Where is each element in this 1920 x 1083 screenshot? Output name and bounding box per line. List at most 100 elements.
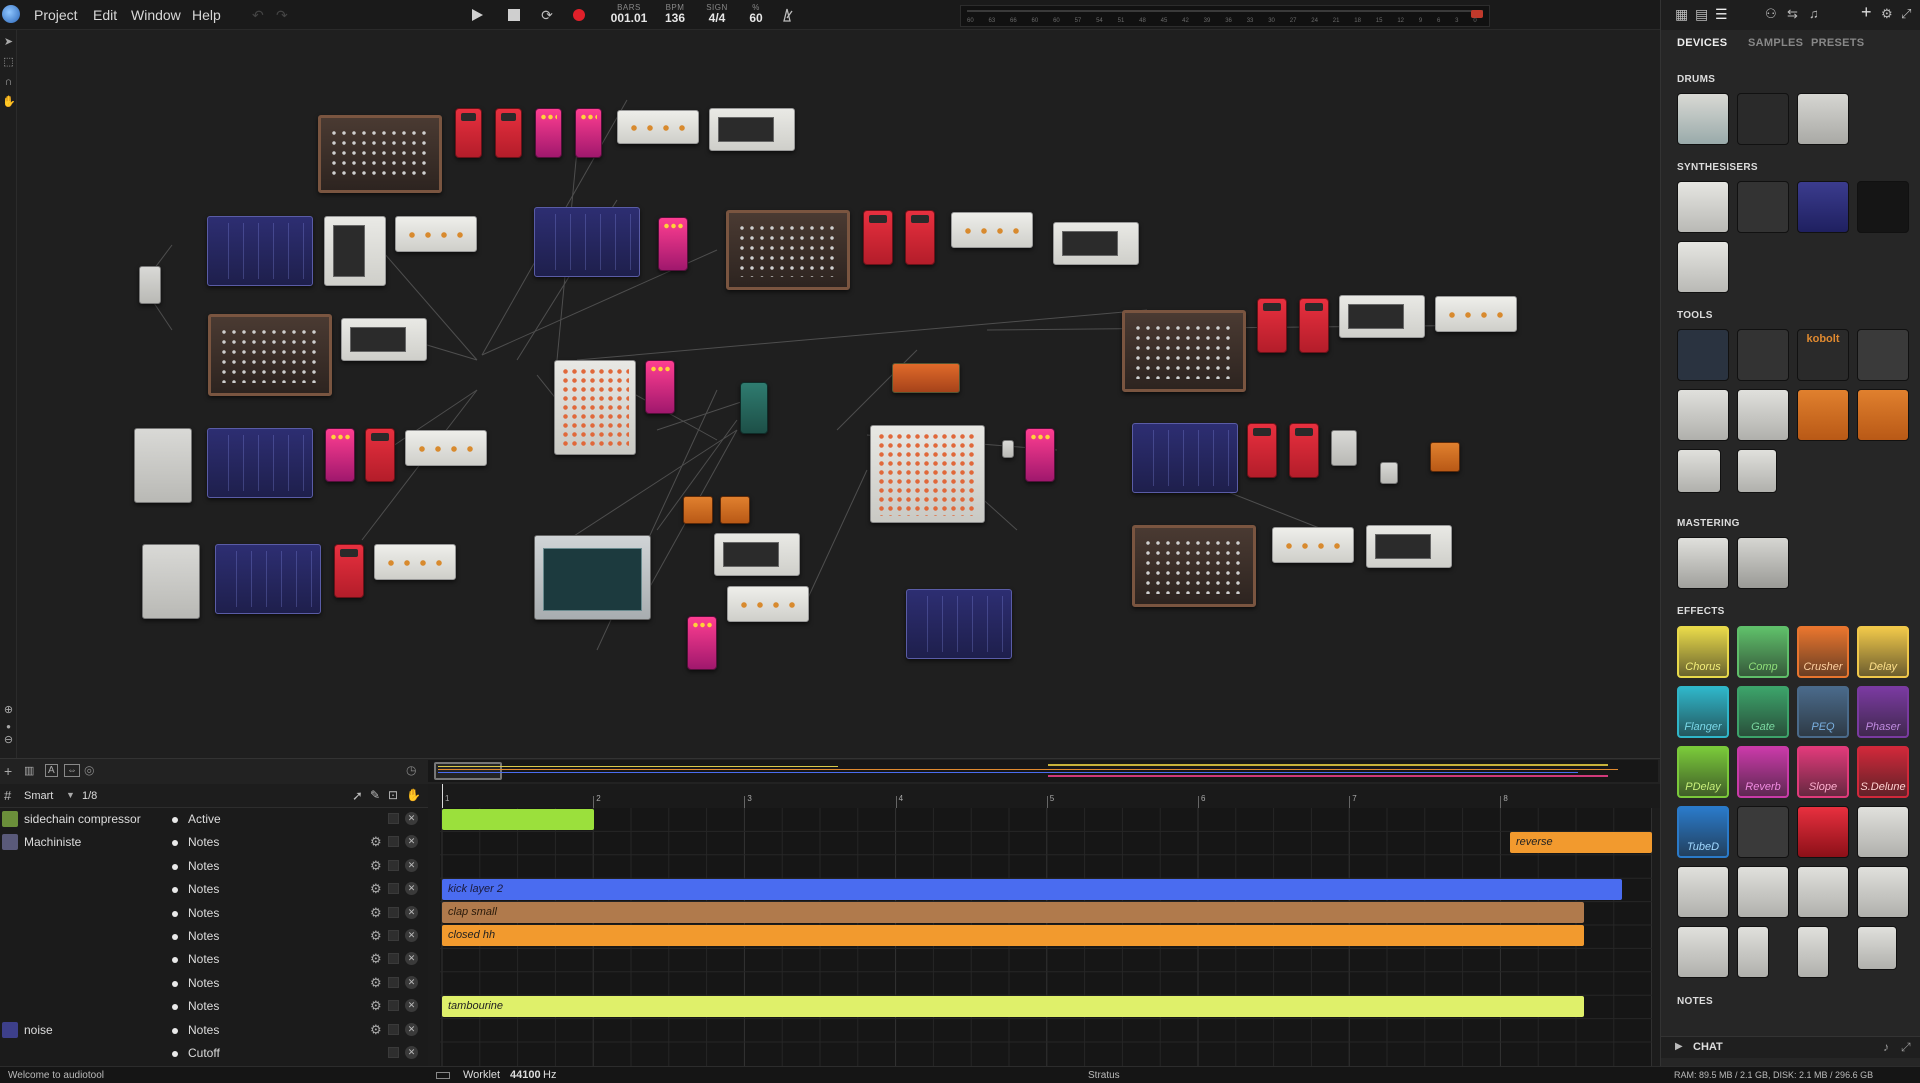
track-toggle[interactable] xyxy=(388,1000,399,1012)
stomp-effect-device[interactable] xyxy=(687,616,717,670)
synth-device-tile[interactable] xyxy=(1677,241,1729,293)
synth-device-tile[interactable] xyxy=(1797,181,1849,233)
send-tool-tile[interactable] xyxy=(1857,389,1909,441)
clock-icon[interactable]: ◷ xyxy=(406,763,416,777)
bars-display[interactable]: BARS 001.01 xyxy=(608,3,650,25)
synth-device[interactable] xyxy=(215,544,321,614)
stomp-effect-device[interactable] xyxy=(905,210,935,265)
eq-device[interactable] xyxy=(714,533,800,576)
gear-icon[interactable]: ⚙ xyxy=(370,1022,382,1038)
chat-bar[interactable]: ▶ CHAT ♪ ⤢ xyxy=(1661,1036,1920,1058)
user-icon[interactable]: ⚇ xyxy=(1765,6,1777,22)
loop-button[interactable]: ⟳ xyxy=(538,6,556,24)
stomp-effect-device[interactable] xyxy=(1025,428,1055,482)
split-icon[interactable]: ⊡ xyxy=(388,788,398,802)
tool-device[interactable] xyxy=(727,586,809,622)
hand-icon[interactable]: ✋ xyxy=(406,788,421,802)
effect-tile-delay[interactable]: Delay xyxy=(1857,626,1909,678)
mixer-device[interactable] xyxy=(554,360,636,455)
region-icon[interactable]: ⇔ xyxy=(64,764,80,777)
track-toggle[interactable] xyxy=(388,1023,399,1035)
small-tool-device[interactable] xyxy=(1331,430,1357,466)
zoom-in-icon[interactable]: ⊕ xyxy=(2,704,15,717)
effect-tile-flanger[interactable]: Flanger xyxy=(1677,686,1729,738)
track-parameter[interactable]: Notes xyxy=(188,859,219,873)
sequencer-device[interactable] xyxy=(534,535,651,620)
close-icon[interactable]: ✕ xyxy=(405,858,418,872)
synth-device[interactable] xyxy=(906,589,1012,659)
effect-tile-tubed[interactable]: TubeD xyxy=(1677,806,1729,858)
layout-rows-icon[interactable]: ☰ xyxy=(1715,6,1728,23)
signature-display[interactable]: SIGN 4/4 xyxy=(702,3,732,25)
clip-tambourine[interactable]: tambourine xyxy=(442,996,1584,1017)
stomp-effect-device[interactable] xyxy=(658,217,688,271)
drum-device-tile[interactable] xyxy=(1797,93,1849,145)
tool-device[interactable] xyxy=(951,212,1033,248)
track-row[interactable]: Cutoff ✕ xyxy=(0,1042,428,1065)
mastering-device-tile[interactable] xyxy=(1737,537,1789,589)
swing-display[interactable]: % 60 xyxy=(744,3,768,25)
synth-device-tile[interactable] xyxy=(1737,181,1789,233)
automation-icon[interactable]: A xyxy=(45,764,58,777)
tool-device-tile[interactable] xyxy=(1677,449,1721,493)
tool-device-tile[interactable] xyxy=(1737,329,1789,381)
close-icon[interactable]: ✕ xyxy=(405,929,418,942)
redo-icon[interactable]: ↷ xyxy=(276,7,288,24)
effect-tile-comp[interactable]: Comp xyxy=(1737,626,1789,678)
close-icon[interactable]: ✕ xyxy=(405,952,418,966)
track-parameter[interactable]: Notes xyxy=(188,835,219,849)
effect-device-tile[interactable] xyxy=(1857,926,1897,970)
close-icon[interactable]: ✕ xyxy=(405,999,418,1013)
select-tool-icon[interactable]: ⬚ xyxy=(2,56,15,69)
track-parameter[interactable]: Notes xyxy=(188,882,219,896)
kobolt-tile[interactable]: kobolt xyxy=(1797,329,1849,381)
clip-kick-layer-2[interactable]: kick layer 2 xyxy=(442,879,1622,900)
chat-expand-icon[interactable]: ▶ xyxy=(1675,1041,1683,1052)
mastering-device-tile[interactable] xyxy=(1677,537,1729,589)
menu-help[interactable]: Help xyxy=(192,7,221,23)
record-button[interactable] xyxy=(570,6,588,24)
tool-device[interactable] xyxy=(1272,527,1354,563)
effect-tile-peq[interactable]: PEQ xyxy=(1797,686,1849,738)
pointer-icon[interactable]: ➚ xyxy=(352,788,363,804)
settings-icon[interactable]: ⚙ xyxy=(1881,6,1893,22)
effect-tile-slope[interactable]: Slope xyxy=(1797,746,1849,798)
eq-device[interactable] xyxy=(1339,295,1425,338)
track-row[interactable]: Notes ⚙ ✕ xyxy=(0,902,428,925)
zoom-reset-icon[interactable]: ● xyxy=(2,720,15,733)
track-toggle[interactable] xyxy=(388,953,399,965)
stomp-effect-device[interactable] xyxy=(365,428,395,482)
track-row[interactable]: noise Notes ⚙ ✕ xyxy=(0,1019,428,1042)
share-icon[interactable]: ⇆ xyxy=(1787,6,1798,22)
mic-icon[interactable]: ♪ xyxy=(1883,1040,1889,1054)
menu-edit[interactable]: Edit xyxy=(93,7,117,23)
close-icon[interactable]: ✕ xyxy=(405,812,418,825)
timeline-ruler[interactable]: 1 2 3 4 5 6 7 8 xyxy=(440,784,1660,808)
tool-device[interactable] xyxy=(395,216,477,252)
drum-device-tile[interactable] xyxy=(1737,93,1789,145)
stomp-effect-device[interactable] xyxy=(575,108,602,158)
device-desktop[interactable] xyxy=(17,30,1660,758)
track-toggle[interactable] xyxy=(388,859,399,871)
track-parameter[interactable]: Notes xyxy=(188,999,219,1013)
effect-device-tile[interactable] xyxy=(1737,806,1789,858)
synth-device[interactable] xyxy=(207,428,313,498)
stomp-effect-device[interactable] xyxy=(1247,423,1277,478)
clip-closed-hh[interactable]: closed hh xyxy=(442,925,1584,946)
drum-device-tile[interactable] xyxy=(1677,93,1729,145)
sampler-device[interactable] xyxy=(142,544,200,619)
track-toggle[interactable] xyxy=(388,906,399,918)
play-button[interactable] xyxy=(468,6,486,24)
tool-device[interactable] xyxy=(405,430,487,466)
drum-machine-device[interactable] xyxy=(726,210,850,290)
track-parameter[interactable]: Notes xyxy=(188,952,219,966)
track-parameter[interactable]: Notes xyxy=(188,1023,219,1037)
overview-viewport[interactable] xyxy=(434,762,502,780)
track-row[interactable]: Notes ⚙ ✕ xyxy=(0,995,428,1018)
synth-device-tile[interactable] xyxy=(1857,181,1909,233)
small-tool-device[interactable] xyxy=(1380,462,1398,484)
filter-device[interactable] xyxy=(324,216,386,286)
synth-device[interactable] xyxy=(1132,423,1238,493)
drum-machine-device[interactable] xyxy=(208,314,332,396)
fullscreen-icon[interactable]: ⤢ xyxy=(1901,6,1911,22)
